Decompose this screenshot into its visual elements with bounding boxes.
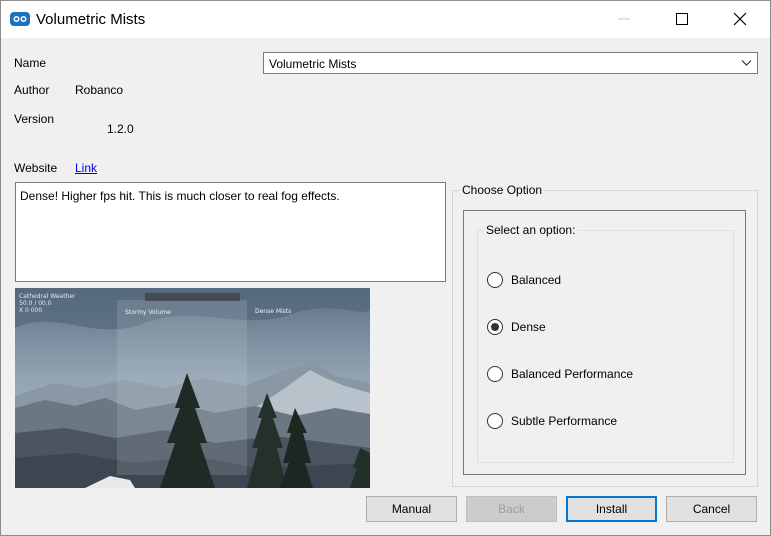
author-label: Author xyxy=(14,83,50,97)
select-option-group xyxy=(477,230,734,463)
option-label: Dense xyxy=(511,320,546,334)
option-label: Subtle Performance xyxy=(511,414,618,428)
minimize-icon xyxy=(618,18,630,20)
radio-button[interactable] xyxy=(487,366,503,382)
radio-button[interactable] xyxy=(487,413,503,429)
version-value: 1.2.0 xyxy=(107,122,134,136)
description-text: Dense! Higher fps hit. This is much clos… xyxy=(20,189,340,203)
name-dropdown-value: Volumetric Mists xyxy=(269,57,357,71)
cancel-button[interactable]: Cancel xyxy=(666,496,757,522)
svg-text:Cathedral Weather: Cathedral Weather xyxy=(19,293,76,300)
manual-button[interactable]: Manual xyxy=(366,496,457,522)
select-option-label: Select an option: xyxy=(484,223,578,237)
chevron-down-icon xyxy=(741,60,752,66)
website-link[interactable]: Link xyxy=(75,161,97,175)
description-textbox[interactable]: Dense! Higher fps hit. This is much clos… xyxy=(15,182,446,282)
preview-caption-left: Stormy Volume xyxy=(125,309,171,316)
option-label: Balanced Performance xyxy=(511,367,634,381)
back-button[interactable]: Back xyxy=(466,496,557,522)
svg-text:X 0 000: X 0 000 xyxy=(19,307,42,314)
preview-caption-right: Dense Mists xyxy=(255,308,291,315)
preview-image: Cathedral Weather 50.0 / 00.0 X 0 000 St… xyxy=(15,288,370,488)
choose-option-label: Choose Option xyxy=(460,183,545,197)
close-button[interactable] xyxy=(717,1,763,38)
radio-button[interactable] xyxy=(487,272,503,288)
radio-button-selected[interactable] xyxy=(487,319,503,335)
title-bar[interactable]: Volumetric Mists xyxy=(1,1,770,38)
version-label: Version xyxy=(14,112,55,126)
window-title: Volumetric Mists xyxy=(36,11,146,28)
maximize-icon xyxy=(676,13,688,25)
maximize-button[interactable] xyxy=(659,1,705,38)
author-value: Robanco xyxy=(75,83,124,97)
close-icon xyxy=(733,12,747,26)
install-button[interactable]: Install xyxy=(566,496,657,522)
installer-window: Volumetric Mists Name Volumetric Mists A… xyxy=(0,0,771,536)
option-label: Balanced xyxy=(511,273,562,287)
name-dropdown[interactable]: Volumetric Mists xyxy=(263,52,758,74)
app-logo-icon xyxy=(10,12,30,26)
name-label: Name xyxy=(14,56,47,70)
minimize-button[interactable] xyxy=(601,1,647,38)
website-label: Website xyxy=(14,161,58,175)
svg-text:50.0 / 00.0: 50.0 / 00.0 xyxy=(19,300,52,307)
